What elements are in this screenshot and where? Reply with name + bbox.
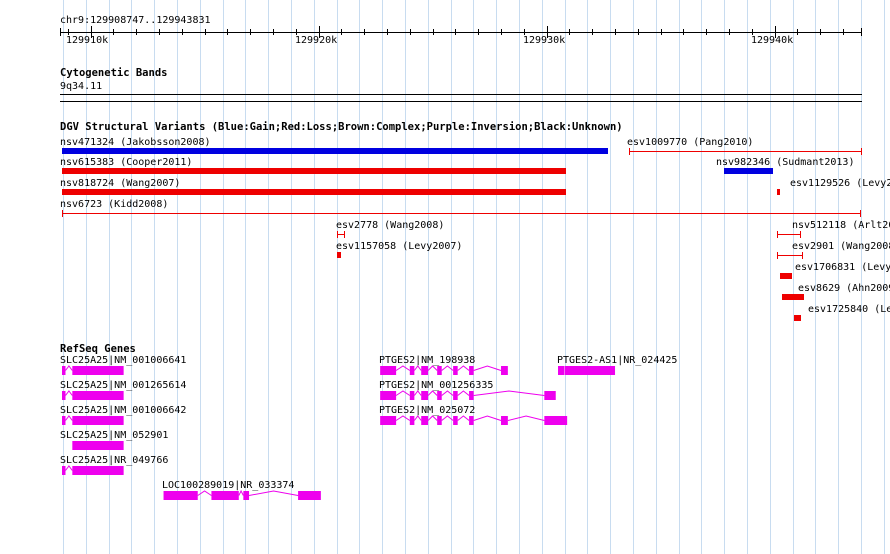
gene-exon[interactable] <box>62 366 66 375</box>
dgv-track-title: DGV Structural Variants (Blue:Gain;Red:L… <box>60 121 623 133</box>
refseq-gene-models[interactable] <box>0 0 890 554</box>
refseq-gene-label[interactable]: PTGES2|NM_025072 <box>379 405 475 417</box>
gene-exon[interactable] <box>437 366 442 375</box>
cyto-band-top-line <box>60 94 862 95</box>
gene-exon[interactable] <box>453 391 458 400</box>
gene-exon[interactable] <box>72 466 124 475</box>
gene-exon[interactable] <box>163 491 198 500</box>
gene-exon[interactable] <box>409 366 415 375</box>
gene-exon[interactable] <box>72 416 124 425</box>
cyto-track-title: Cytogenetic Bands <box>60 67 168 79</box>
gene-intron <box>473 415 502 421</box>
refseq-gene-label[interactable]: PTGES2|NM_001256335 <box>379 380 493 392</box>
gene-exon[interactable] <box>243 491 250 500</box>
gene-exon[interactable] <box>544 391 556 400</box>
gene-exon[interactable] <box>564 366 616 375</box>
refseq-gene-label[interactable]: LOC100289019|NR_033374 <box>162 480 294 492</box>
gene-exon[interactable] <box>72 366 124 375</box>
cyto-band-label: 9q34.11 <box>60 81 103 92</box>
position-label: chr9:129908747..129943831 <box>60 15 211 26</box>
gene-exon[interactable] <box>380 366 397 375</box>
gene-exon[interactable] <box>380 391 397 400</box>
refseq-gene-label[interactable]: SLC25A25|NM_001006641 <box>60 355 186 367</box>
gene-exon[interactable] <box>544 416 568 425</box>
gene-exon[interactable] <box>501 416 508 425</box>
gene-exon[interactable] <box>211 491 239 500</box>
refseq-track[interactable]: SLC25A25|NM_001006641 SLC25A25|NM_0012656… <box>0 0 890 554</box>
gene-exon[interactable] <box>453 366 458 375</box>
cyto-band-bottom-line <box>60 101 862 102</box>
gene-exon[interactable] <box>72 441 124 450</box>
gene-exon[interactable] <box>298 491 321 500</box>
refseq-gene-label[interactable]: SLC25A25|NR_049766 <box>60 455 168 467</box>
gene-exon[interactable] <box>501 366 508 375</box>
refseq-gene-label[interactable]: SLC25A25|NM_052901 <box>60 430 168 442</box>
refseq-gene-label[interactable]: SLC25A25|NM_001006642 <box>60 405 186 417</box>
gene-exon[interactable] <box>421 391 429 400</box>
refseq-track-title: RefSeq Genes <box>60 343 136 355</box>
gene-exon[interactable] <box>469 416 474 425</box>
refseq-gene-label[interactable]: SLC25A25|NM_001265614 <box>60 380 186 392</box>
gene-exon[interactable] <box>380 416 397 425</box>
gene-exon[interactable] <box>409 391 415 400</box>
gene-exon[interactable] <box>469 391 474 400</box>
gene-exon[interactable] <box>437 416 442 425</box>
gene-exon[interactable] <box>437 391 442 400</box>
gene-exon[interactable] <box>421 416 429 425</box>
genome-browser-viewer[interactable]: chr9:129908747..129943831 129910k 129920k… <box>0 0 890 554</box>
gene-exon[interactable] <box>62 466 66 475</box>
gene-intron <box>473 365 502 371</box>
gene-exon[interactable] <box>453 416 458 425</box>
gene-exon[interactable] <box>62 391 66 400</box>
gene-exon[interactable] <box>409 416 415 425</box>
ruler-axis <box>60 32 862 33</box>
gene-exon[interactable] <box>72 391 124 400</box>
gene-exon[interactable] <box>62 416 66 425</box>
refseq-gene-label[interactable]: PTGES2-AS1|NR_024425 <box>557 355 677 367</box>
refseq-gene-label[interactable]: PTGES2|NM_198938 <box>379 355 475 367</box>
gene-intron <box>507 415 545 421</box>
gene-exon[interactable] <box>558 366 565 375</box>
gene-exon[interactable] <box>469 366 474 375</box>
gene-exon[interactable] <box>421 366 429 375</box>
